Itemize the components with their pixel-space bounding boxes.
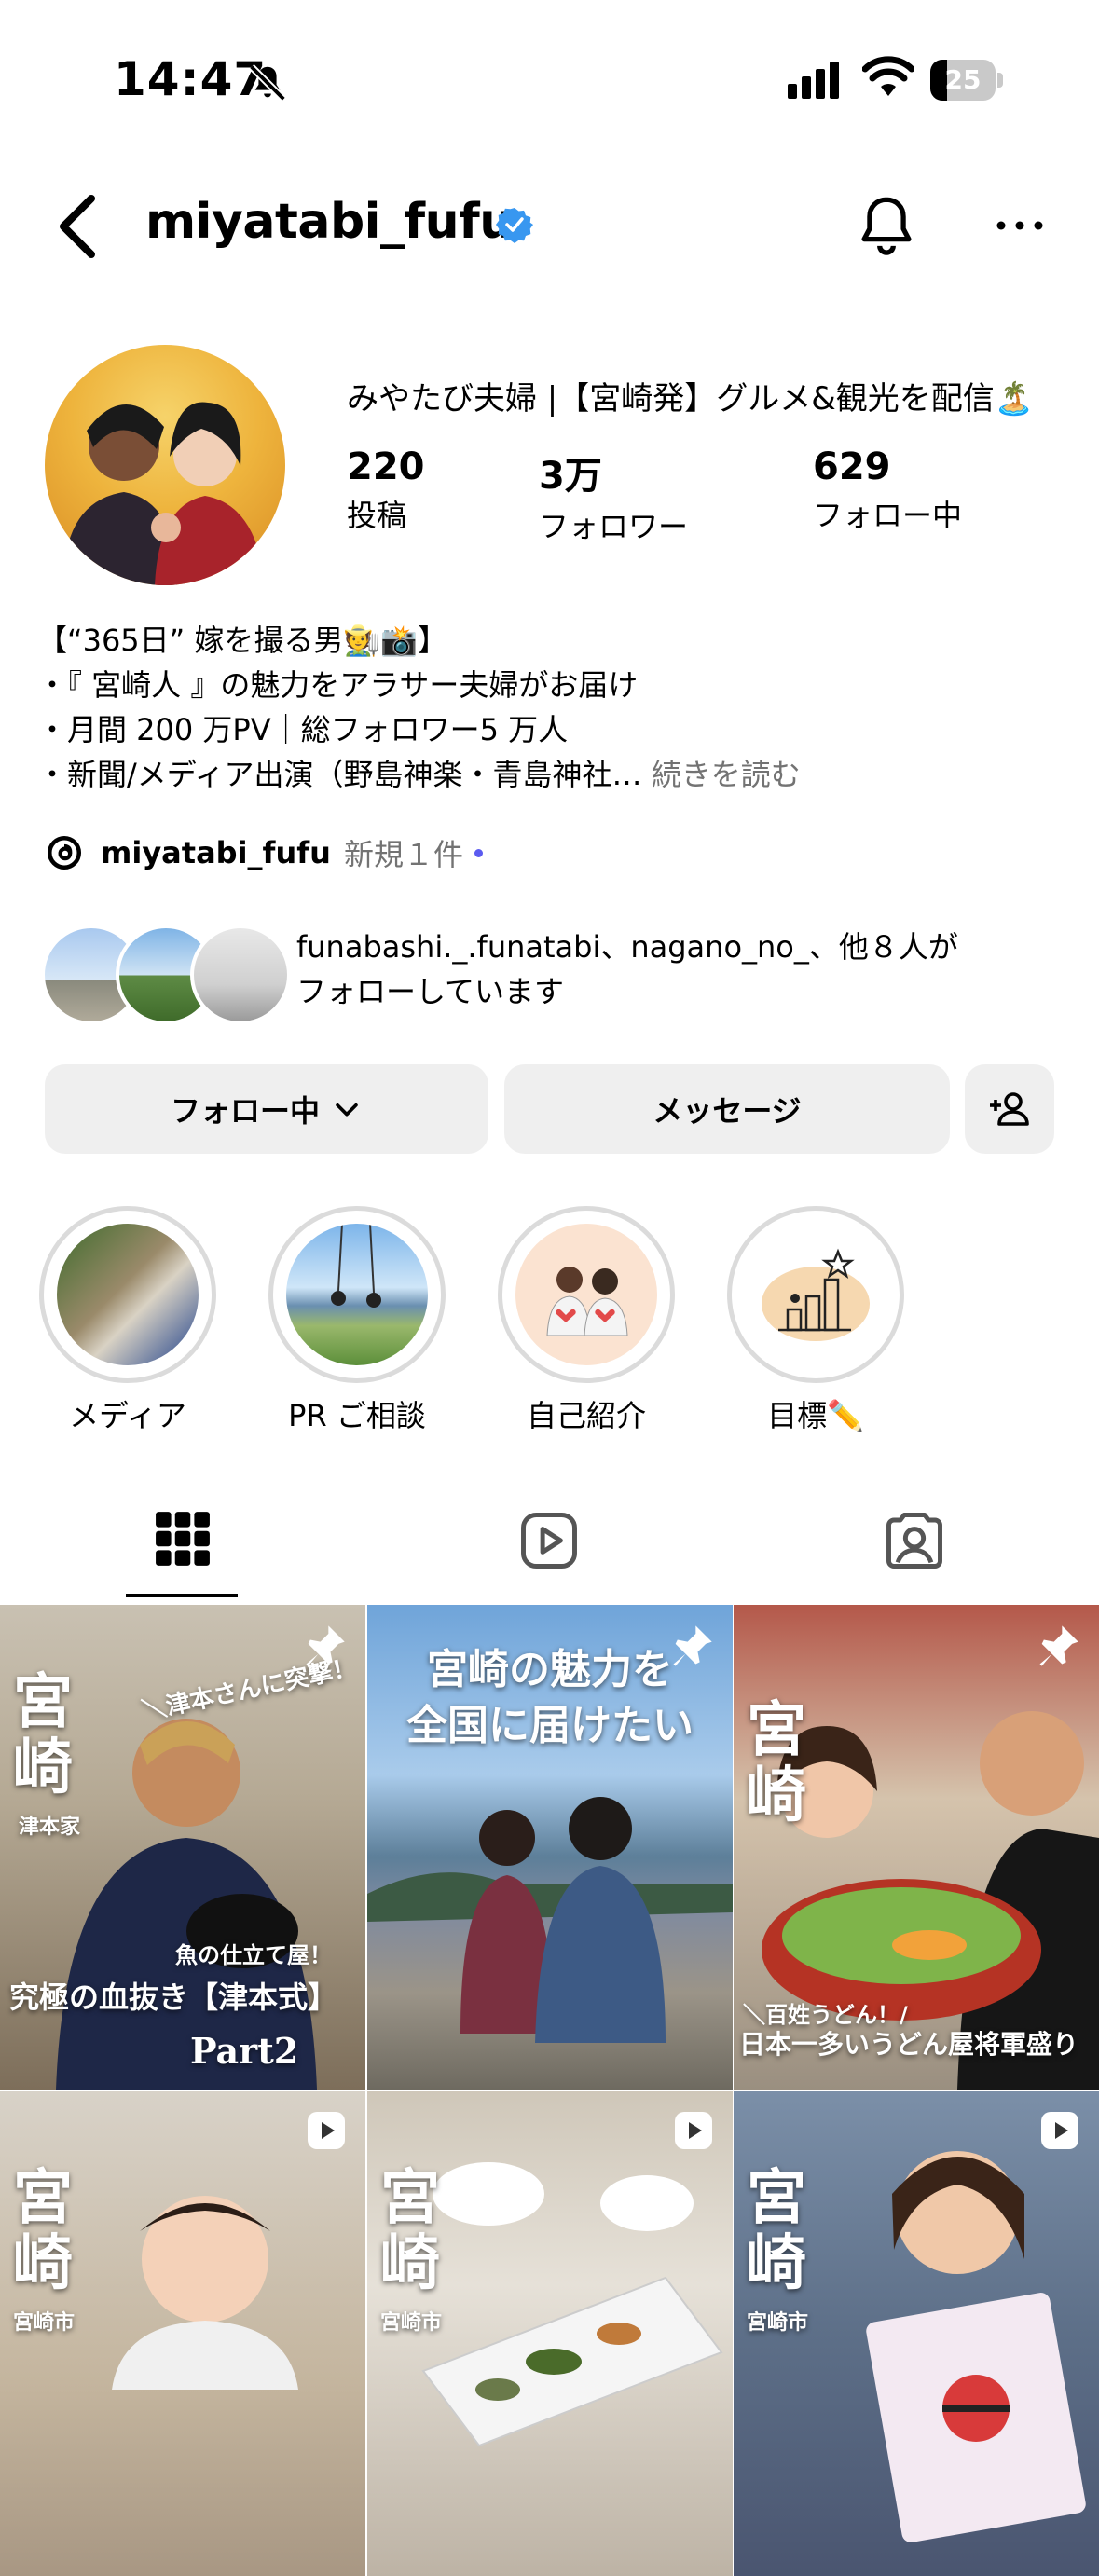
mutual-follower-avatar[interactable] — [190, 925, 291, 1025]
pin-icon — [306, 1625, 345, 1666]
post-thumbnail[interactable]: 宮 崎 津本家 ＼津本さんに突撃！ 魚の仕立て屋！ 究極の血抜き【津本式】 Pa… — [0, 1605, 365, 2090]
tile-caption: 魚の仕立て屋！ — [175, 1941, 332, 1968]
posts-stat[interactable]: 220 投稿 — [347, 445, 425, 535]
highlight-label: 目標✏️ — [767, 1398, 864, 1433]
tile-title: 究極の血抜き【津本式】 — [9, 1980, 338, 2015]
tile-big-text: 宮 崎 — [747, 2163, 806, 2298]
pin-icon — [673, 1625, 712, 1666]
reels-tab-icon[interactable] — [518, 1510, 580, 1571]
following-button-label: フォロー中 — [170, 1093, 320, 1129]
bio-line: ・月間 200 万PV｜総フォロワー5 万人 — [37, 712, 569, 747]
posts-label: 投稿 — [347, 498, 407, 533]
profile-avatar[interactable] — [45, 345, 285, 585]
reel-icon — [1041, 2112, 1078, 2149]
tile-sub-text: 宮崎市 — [13, 2310, 76, 2335]
highlight-pr[interactable] — [268, 1206, 446, 1383]
bio-more-link[interactable]: 続きを読む — [652, 757, 801, 792]
suggested-accounts-button[interactable] — [965, 1064, 1054, 1154]
tile-sub-text: 宮崎市 — [747, 2310, 809, 2335]
threads-new-badge: 新規１件 — [343, 837, 463, 872]
posts-count: 220 — [347, 445, 425, 488]
followers-count: 3万 — [539, 455, 602, 498]
tile-big-text: 宮 崎 — [13, 2163, 73, 2298]
bio-line-last: ・新聞/メディア出演（野島神楽・青島神社… 続きを読む — [37, 751, 1063, 794]
verified-badge-icon — [496, 208, 533, 243]
status-time: 14:47 — [114, 52, 268, 106]
chevron-down-icon — [336, 1103, 358, 1117]
back-icon[interactable] — [54, 194, 101, 259]
following-stat[interactable]: 629 フォロー中 — [813, 445, 962, 535]
tile-big-text: 宮 崎 — [380, 2163, 440, 2298]
highlight-intro[interactable] — [498, 1206, 675, 1383]
following-label: フォロー中 — [813, 498, 963, 533]
tile-sub-text: 津本家 — [19, 1815, 81, 1839]
threads-new-dot — [474, 848, 483, 857]
tile-big-text: 宮 崎 — [13, 1667, 73, 1802]
mutual-followers-line: funabashi._.funatabi、nagano_no_、他８人が — [296, 929, 958, 965]
post-thumbnail[interactable]: 宮 崎 ＼百姓うどん！/ 日本一多いうどん屋将軍盛り — [734, 1605, 1099, 2090]
followers-label: フォロワー — [539, 509, 689, 544]
threads-username: miyatabi_fufu — [101, 835, 331, 870]
mutual-followers-line: フォローしています — [296, 974, 565, 1009]
notification-bell-icon[interactable] — [854, 192, 919, 259]
tile-title: 日本一多いうどん屋将軍盛り — [739, 2029, 1079, 2060]
bio-line: ・『 宮崎人 』の魅力をアラサー夫婦がお届け — [37, 667, 639, 703]
reel-icon — [308, 2112, 345, 2149]
more-options-icon[interactable] — [994, 216, 1046, 235]
highlight-label: 自己紹介 — [526, 1398, 646, 1433]
following-count: 629 — [813, 445, 891, 488]
followers-stat[interactable]: 3万 フォロワー — [539, 445, 688, 546]
threads-icon — [47, 835, 82, 870]
bio-line: ・新聞/メディア出演（野島神楽・青島神社… — [37, 757, 642, 792]
message-button-label: メッセージ — [653, 1093, 802, 1129]
highlight-media[interactable] — [39, 1206, 216, 1383]
tile-sub-text: 宮崎市 — [380, 2310, 443, 2335]
active-tab-indicator — [126, 1594, 238, 1597]
post-thumbnail[interactable]: 宮崎の魅力を 全国に届けたい — [367, 1605, 733, 2090]
battery-icon: 25 — [930, 60, 1003, 101]
post-thumbnail[interactable]: 宮 崎 宮崎市 — [367, 2091, 733, 2576]
add-person-icon — [990, 1092, 1029, 1126]
profile-username: miyatabi_fufu — [145, 194, 514, 250]
highlight-goals[interactable] — [727, 1206, 904, 1383]
post-thumbnail[interactable]: 宮 崎 宮崎市 — [0, 2091, 365, 2576]
battery-level: 25 — [944, 64, 982, 95]
posts-grid-tab-icon[interactable] — [154, 1510, 212, 1568]
post-thumbnail[interactable]: 宮 崎 宮崎市 — [734, 2091, 1099, 2576]
highlight-label: PR ご相談 — [288, 1398, 426, 1433]
threads-link[interactable]: miyatabi_fufu 新規１件 — [45, 831, 483, 874]
tile-big-text: 宮 崎 — [747, 1695, 806, 1830]
signal-icon — [788, 62, 844, 99]
bell-off-icon — [249, 64, 286, 102]
display-name: みやたび夫婦 |【宮崎発】グルメ&観光を配信🏝️ — [347, 380, 1035, 418]
message-button[interactable]: メッセージ — [504, 1064, 950, 1154]
bio-line: 【“365日” 嫁を撮る男🧑‍🌾📸】 — [37, 623, 448, 658]
reel-icon — [675, 2112, 712, 2149]
tile-extra: Part2 — [190, 2030, 299, 2072]
wifi-icon — [862, 56, 914, 96]
following-button[interactable]: フォロー中 — [45, 1064, 488, 1154]
tagged-tab-icon[interactable] — [884, 1510, 945, 1571]
highlight-label: メディア — [69, 1398, 186, 1433]
pin-icon — [1039, 1625, 1078, 1666]
mutual-followers-text[interactable]: funabashi._.funatabi、nagano_no_、他８人が フォロ… — [296, 925, 1061, 1014]
